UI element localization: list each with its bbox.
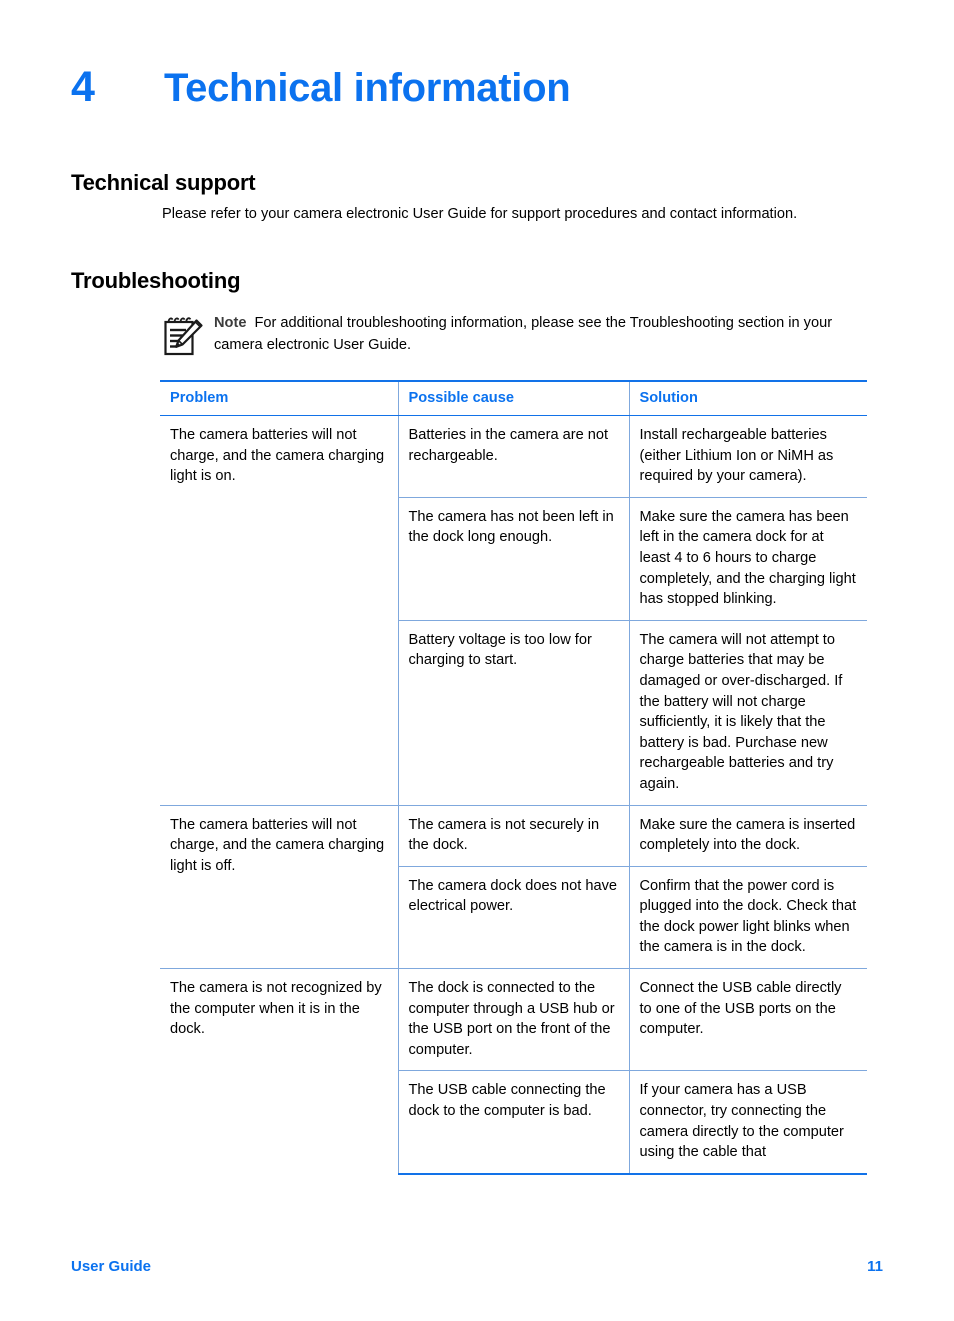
table-header: Problem Possible cause Solution	[160, 380, 867, 416]
chapter-heading: 4 Technical information	[71, 63, 571, 111]
table-row: The camera batteries will not charge, an…	[160, 415, 867, 805]
cell-possible-cause: The dock is connected to the computer th…	[397, 968, 629, 1072]
table-header-row: Problem Possible cause Solution	[160, 380, 867, 416]
cell-possible-cause: The camera dock does not have electrical…	[397, 866, 629, 970]
footer-document-label: User Guide	[71, 1258, 152, 1275]
cell-possible-cause: The camera is not securely in the dock.	[397, 805, 629, 867]
table-body: The camera batteries will not charge, an…	[160, 415, 867, 1175]
troubleshooting-table-wrapper: Problem Possible cause Solution The came…	[160, 380, 867, 1175]
column-header-solution: Solution	[628, 380, 867, 416]
footer-page-number: 11	[867, 1258, 883, 1275]
cell-solution: Confirm that the power cord is plugged i…	[628, 866, 867, 970]
column-header-problem: Problem	[160, 380, 398, 416]
cell-problem: The camera is not recognized by the comp…	[160, 968, 398, 1174]
technical-support-body: Please refer to your camera electronic U…	[162, 206, 798, 222]
cell-solution: Connect the USB cable directly to one of…	[628, 968, 867, 1072]
troubleshooting-heading: Troubleshooting	[71, 268, 241, 293]
cell-possible-cause: The USB cable connecting the dock to the…	[397, 1070, 629, 1175]
cell-possible-cause: Battery voltage is too low for charging …	[397, 620, 629, 806]
cell-solution: Make sure the camera is inserted complet…	[628, 805, 867, 867]
technical-support-heading: Technical support	[71, 170, 256, 195]
cell-solution: The camera will not attempt to charge ba…	[628, 620, 867, 806]
note-callout: Note For additional troubleshooting infor…	[160, 310, 870, 358]
page-footer: User Guide 11	[71, 1258, 883, 1275]
cell-solution: Install rechargeable batteries (either L…	[628, 415, 867, 498]
note-body: For additional troubleshooting informati…	[214, 315, 833, 353]
note-text-wrapper: Note For additional troubleshooting infor…	[206, 310, 870, 356]
cell-problem: The camera batteries will not charge, an…	[160, 415, 398, 805]
column-header-possible-cause: Possible cause	[397, 380, 629, 416]
chapter-number: 4	[71, 63, 95, 111]
troubleshooting-table: Problem Possible cause Solution The came…	[160, 380, 867, 1175]
cell-possible-cause: Batteries in the camera are not recharge…	[397, 415, 629, 498]
table-row: The camera batteries will not charge, an…	[160, 804, 867, 969]
note-label: Note	[214, 315, 247, 331]
cell-solution: If your camera has a USB connector, try …	[628, 1070, 867, 1175]
cell-possible-cause: The camera has not been left in the dock…	[397, 497, 629, 621]
notepad-pencil-icon	[160, 314, 206, 358]
cell-solution: Make sure the camera has been left in th…	[628, 497, 867, 621]
cell-problem: The camera batteries will not charge, an…	[160, 804, 398, 969]
table-row: The camera is not recognized by the comp…	[160, 968, 867, 1174]
document-page: 4 Technical information Technical suppor…	[0, 0, 954, 1321]
chapter-title: Technical information	[164, 66, 571, 110]
